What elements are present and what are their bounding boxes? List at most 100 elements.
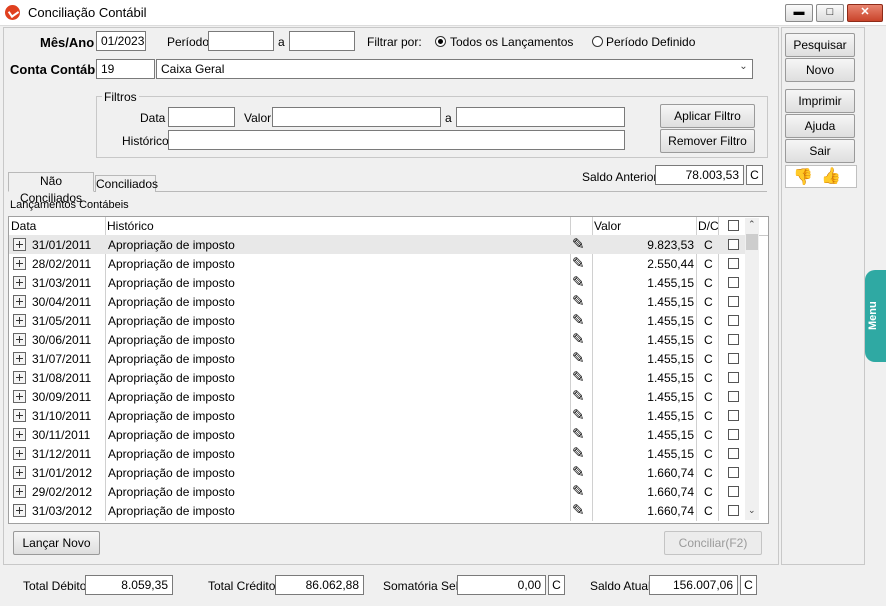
minimize-icon[interactable]: ▬ [785, 4, 813, 22]
table-row[interactable]: 31/07/2011 Apropriação de imposto ✎ 1.455,1… [9, 349, 755, 368]
radio-periodo[interactable] [592, 36, 603, 47]
table-row[interactable]: 30/11/2011 Apropriação de imposto ✎ 1.455,1… [9, 425, 755, 444]
col-historico[interactable]: Histórico [107, 219, 154, 233]
maximize-icon[interactable]: □ [816, 4, 844, 22]
edit-icon[interactable]: ✎ [572, 292, 585, 310]
col-dc[interactable]: D/C [698, 219, 719, 233]
edit-icon[interactable]: ✎ [572, 273, 585, 291]
edit-icon[interactable]: ✎ [572, 444, 585, 462]
expand-icon[interactable] [13, 333, 26, 346]
expand-icon[interactable] [13, 485, 26, 498]
radio-todos[interactable] [435, 36, 446, 47]
row-checkbox[interactable] [728, 353, 739, 364]
table-row[interactable]: 30/09/2011 Apropriação de imposto ✎ 1.455,1… [9, 387, 755, 406]
scroll-up-icon[interactable]: ⌃ [748, 219, 756, 230]
col-valor[interactable]: Valor [594, 219, 621, 233]
side-menu-label[interactable]: Menu [867, 301, 879, 330]
aplicar-filtro-button[interactable]: Aplicar Filtro [660, 104, 755, 128]
edit-icon[interactable]: ✎ [572, 406, 585, 424]
table-row[interactable]: 31/01/2012 Apropriação de imposto ✎ 1.660,7… [9, 463, 755, 482]
row-checkbox[interactable] [728, 315, 739, 326]
table-row[interactable]: 30/04/2011 Apropriação de imposto ✎ 1.455,1… [9, 292, 755, 311]
expand-icon[interactable] [13, 276, 26, 289]
side-menu-tab[interactable]: Menu [865, 270, 886, 362]
thumbs-down-icon[interactable]: 👎 [793, 167, 813, 187]
imprimir-button[interactable]: Imprimir [785, 89, 855, 113]
edit-icon[interactable]: ✎ [572, 463, 585, 481]
row-checkbox[interactable] [728, 410, 739, 421]
radio-todos-label[interactable]: Todos os Lançamentos [450, 35, 573, 49]
expand-icon[interactable] [13, 295, 26, 308]
expand-icon[interactable] [13, 390, 26, 403]
row-checkbox[interactable] [728, 486, 739, 497]
table-row[interactable]: 31/05/2011 Apropriação de imposto ✎ 1.455,1… [9, 311, 755, 330]
edit-icon[interactable]: ✎ [572, 368, 585, 386]
sair-button[interactable]: Sair [785, 139, 855, 163]
pesquisar-button[interactable]: Pesquisar [785, 33, 855, 57]
dropdown-icon[interactable]: ⌄ [736, 61, 751, 77]
row-checkbox[interactable] [728, 334, 739, 345]
table-row[interactable]: 29/02/2012 Apropriação de imposto ✎ 1.660,7… [9, 482, 755, 501]
tab-conciliados[interactable]: Conciliados [95, 175, 158, 192]
table-row[interactable]: 31/03/2012 Apropriação de imposto ✎ 1.660,7… [9, 501, 755, 520]
edit-icon[interactable]: ✎ [572, 254, 585, 272]
expand-icon[interactable] [13, 504, 26, 517]
thumbs-up-icon[interactable]: 👍 [821, 166, 841, 186]
expand-icon[interactable] [13, 447, 26, 460]
row-checkbox[interactable] [728, 372, 739, 383]
table-row[interactable]: 31/03/2011 Apropriação de imposto ✎ 1.455,1… [9, 273, 755, 292]
mes-ano-field[interactable]: 01/2023 [96, 31, 146, 51]
row-checkbox[interactable] [728, 429, 739, 440]
filtro-data-field[interactable] [168, 107, 235, 127]
edit-icon[interactable]: ✎ [572, 311, 585, 329]
row-checkbox[interactable] [728, 277, 739, 288]
edit-icon[interactable]: ✎ [572, 501, 585, 519]
row-checkbox[interactable] [728, 467, 739, 478]
expand-icon[interactable] [13, 371, 26, 384]
conta-codigo-field[interactable]: 19 [96, 59, 155, 79]
ajuda-button[interactable]: Ajuda [785, 114, 855, 138]
table-row[interactable]: 31/08/2011 Apropriação de imposto ✎ 1.455,1… [9, 368, 755, 387]
expand-icon[interactable] [13, 428, 26, 441]
table-row[interactable]: 31/12/2011 Apropriação de imposto ✎ 1.455,1… [9, 444, 755, 463]
table-row[interactable]: 31/01/2011 Apropriação de imposto ✎ 9.823,5… [9, 235, 755, 254]
radio-periodo-label[interactable]: Período Definido [606, 35, 695, 49]
edit-icon[interactable]: ✎ [572, 330, 585, 348]
novo-button[interactable]: Novo [785, 58, 855, 82]
filtro-valor-start-field[interactable] [272, 107, 441, 127]
select-all-checkbox[interactable] [728, 220, 739, 231]
grid-scrollbar[interactable] [745, 218, 759, 520]
row-checkbox[interactable] [728, 296, 739, 307]
conciliar-button[interactable]: Conciliar(F2) [664, 531, 762, 555]
conta-nome-select[interactable]: Caixa Geral [156, 59, 753, 79]
table-row[interactable]: 28/02/2011 Apropriação de imposto ✎ 2.550,4… [9, 254, 755, 273]
edit-icon[interactable]: ✎ [572, 235, 585, 253]
expand-icon[interactable] [13, 466, 26, 479]
row-checkbox[interactable] [728, 391, 739, 402]
edit-icon[interactable]: ✎ [572, 387, 585, 405]
table-row[interactable]: 31/10/2011 Apropriação de imposto ✎ 1.455,1… [9, 406, 755, 425]
edit-icon[interactable]: ✎ [572, 482, 585, 500]
edit-icon[interactable]: ✎ [572, 349, 585, 367]
close-icon[interactable]: ✕ [847, 4, 883, 22]
scroll-thumb[interactable] [746, 234, 758, 250]
edit-icon[interactable]: ✎ [572, 425, 585, 443]
periodo-end-field[interactable] [289, 31, 355, 51]
expand-icon[interactable] [13, 409, 26, 422]
lancar-novo-button[interactable]: Lançar Novo [13, 531, 100, 555]
col-data[interactable]: Data [11, 219, 36, 233]
expand-icon[interactable] [13, 314, 26, 327]
remover-filtro-button[interactable]: Remover Filtro [660, 129, 755, 153]
tab-nao-conciliados[interactable]: Não Conciliados [8, 172, 94, 205]
periodo-start-field[interactable] [208, 31, 274, 51]
row-checkbox[interactable] [728, 258, 739, 269]
expand-icon[interactable] [13, 352, 26, 365]
expand-icon[interactable] [13, 257, 26, 270]
scroll-down-icon[interactable]: ⌄ [748, 505, 756, 516]
row-checkbox[interactable] [728, 505, 739, 516]
filtro-historico-field[interactable] [168, 130, 625, 150]
filtro-valor-end-field[interactable] [456, 107, 625, 127]
table-row[interactable]: 30/06/2011 Apropriação de imposto ✎ 1.455,1… [9, 330, 755, 349]
row-checkbox[interactable] [728, 448, 739, 459]
expand-icon[interactable] [13, 238, 26, 251]
